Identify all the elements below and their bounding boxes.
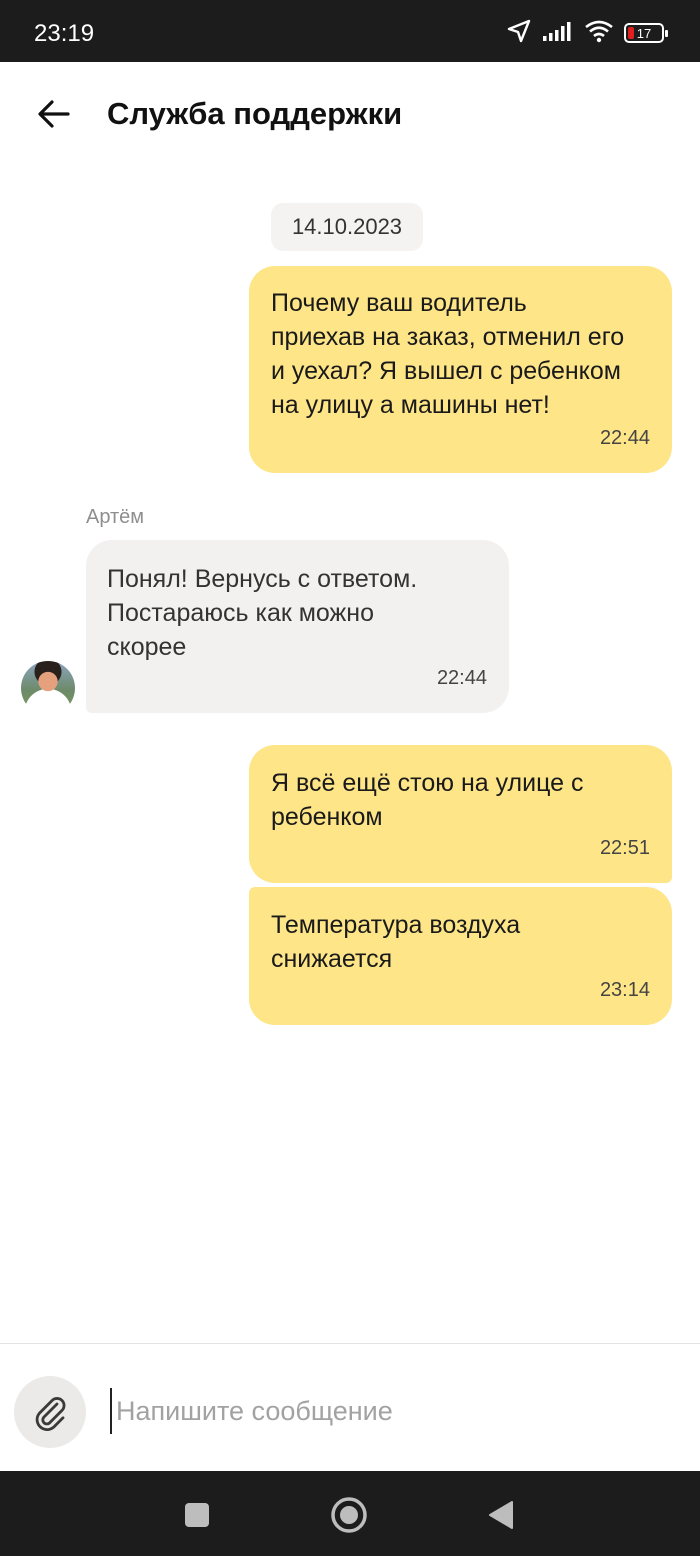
system-nav-bar: [0, 1471, 700, 1556]
chat-header: Служба поддержки: [0, 62, 700, 172]
message-text: Понял! Вернусь с ответом. Постараюсь как…: [107, 565, 418, 661]
message-time: 22:51: [599, 837, 650, 859]
agent-avatar[interactable]: [21, 661, 75, 715]
status-icons: 17: [506, 18, 668, 49]
incoming-message[interactable]: Понял! Вернусь с ответом. Постараюсь как…: [86, 540, 509, 713]
status-time: 23:19: [34, 20, 95, 47]
wifi-icon: [584, 19, 614, 48]
outgoing-message[interactable]: Почему ваш водитель приехав на заказ, от…: [249, 266, 672, 473]
circle-home-icon: [331, 1497, 367, 1533]
signal-icon: [542, 20, 574, 47]
location-arrow-icon: [506, 18, 532, 49]
date-separator: 14.10.2023: [271, 203, 423, 251]
page-title: Служба поддержки: [107, 96, 403, 131]
home-button[interactable]: [325, 1491, 373, 1539]
triangle-back-icon: [489, 1501, 513, 1529]
message-composer: [0, 1343, 700, 1471]
paperclip-icon: [35, 1397, 66, 1431]
battery-icon: 17: [624, 23, 668, 43]
sender-name: Артём: [86, 506, 145, 528]
message-time: 23:14: [599, 979, 650, 1001]
back-button[interactable]: [30, 90, 78, 138]
status-bar: 23:19 17: [0, 0, 700, 62]
message-time: 22:44: [599, 427, 650, 449]
back-nav-button[interactable]: [477, 1491, 525, 1539]
outgoing-message[interactable]: Температура воздуха снижается 23:14: [249, 887, 672, 1025]
message-text: Я всё ещё стою на улице с ребенком: [271, 769, 584, 831]
attach-button[interactable]: [14, 1376, 86, 1448]
message-time: 22:44: [436, 667, 487, 689]
recents-button[interactable]: [173, 1491, 221, 1539]
message-input[interactable]: [110, 1388, 676, 1434]
outgoing-message[interactable]: Я всё ещё стою на улице с ребенком 22:51: [249, 745, 672, 883]
arrow-left-icon: [38, 100, 70, 128]
message-text: Температура воздуха снижается: [271, 911, 521, 973]
battery-level: 17: [636, 25, 652, 41]
message-text: Почему ваш водитель приехав на заказ, от…: [271, 289, 625, 419]
square-recents-icon: [185, 1503, 209, 1527]
